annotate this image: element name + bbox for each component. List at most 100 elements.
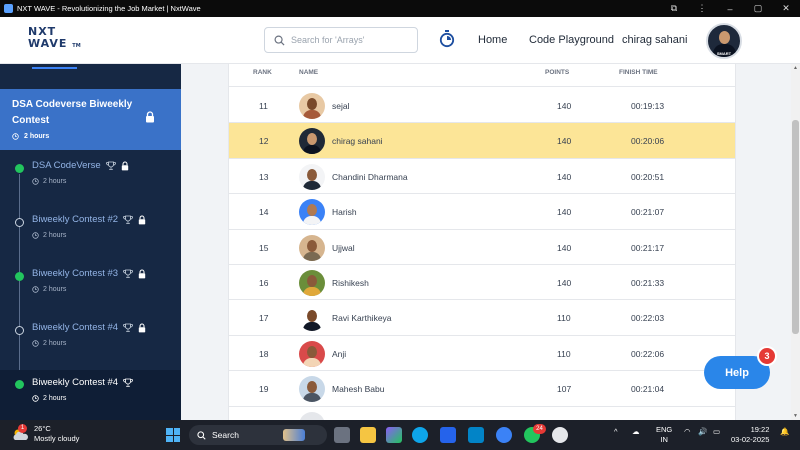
table-row-current-user: 12 chirag sahani 140 00:20:06: [229, 123, 735, 159]
weather-widget[interactable]: 1 26°C Mostly cloudy: [11, 424, 79, 444]
row-points: 140: [557, 242, 572, 253]
sidebar-stage-biweekly-2[interactable]: Biweekly Contest #2 2 hours: [0, 210, 181, 262]
row-finish-time: 00:20:51: [631, 171, 665, 182]
search-input[interactable]: [291, 35, 411, 45]
row-name: Harish: [332, 207, 357, 218]
notification-bell-icon[interactable]: 🔔: [780, 427, 789, 436]
leaderboard-table: RANK NAME POINTS FINISH TIME 11 sejal 14…: [228, 64, 736, 420]
maximize-button[interactable]: ▢: [744, 3, 772, 14]
trophy-icon: [105, 161, 116, 170]
taskbar-search[interactable]: Search: [189, 425, 327, 445]
trophy-icon: [123, 215, 133, 224]
stage-name: Biweekly Contest #2: [32, 214, 119, 225]
row-finish-time: 00:22:06: [631, 348, 665, 359]
clock-icon: [32, 340, 39, 347]
weather-temperature: 26°C: [34, 424, 51, 433]
search-icon: [197, 430, 206, 440]
row-finish-time: 00:21:07: [631, 207, 665, 218]
nxtwave-logo[interactable]: NXT WAVE TM: [28, 26, 81, 52]
row-name: Chandini Dharmana: [332, 171, 408, 182]
cloud-icon[interactable]: ☁: [632, 427, 640, 436]
more-options-icon[interactable]: ⋮: [688, 3, 716, 14]
row-points: 110: [557, 313, 571, 324]
table-row-partial: [229, 407, 735, 420]
wifi-icon[interactable]: ◠: [684, 427, 691, 436]
minimize-button[interactable]: –: [716, 4, 744, 14]
active-contest-card[interactable]: DSA Codeverse Biweekly Contest 2 hours: [0, 89, 181, 150]
leaderboard-header: RANK NAME POINTS FINISH TIME: [229, 64, 735, 87]
trophy-icon: [123, 378, 133, 387]
sidebar-tab-indicator: [32, 67, 77, 69]
stage-duration: 2 hours: [43, 178, 67, 185]
row-rank: 12: [259, 136, 269, 147]
show-hidden-icons[interactable]: ^: [614, 427, 618, 436]
file-explorer-icon[interactable]: [360, 427, 376, 443]
row-points: 140: [557, 278, 572, 288]
user-name[interactable]: chirag sahani: [622, 34, 687, 46]
search-box[interactable]: [264, 27, 418, 53]
participant-avatar: [299, 270, 325, 296]
stage-name: Biweekly Contest #4: [32, 377, 119, 388]
participant-avatar: [299, 128, 325, 155]
table-row: 11 sejal 140 00:19:13: [229, 88, 735, 124]
row-name: Ujjwal: [332, 242, 355, 253]
column-finish-time: FINISH TIME: [619, 69, 658, 76]
lock-icon: [146, 111, 154, 123]
scroll-up-icon[interactable]: ▲: [791, 65, 800, 71]
edge-browser-icon[interactable]: [412, 427, 428, 443]
sidebar-stage-biweekly-3[interactable]: Biweekly Contest #3 2 hours: [0, 264, 181, 316]
page-scrollbar[interactable]: ▲ ▼: [791, 64, 800, 420]
extensions-icon[interactable]: ⧉: [660, 3, 688, 14]
row-rank: 18: [259, 348, 269, 359]
microsoft-store-icon[interactable]: [440, 427, 456, 443]
sidebar-stage-biweekly-4-locked[interactable]: Biweekly Contest #4 2 hours: [0, 318, 181, 370]
row-rank: 17: [259, 313, 269, 324]
app-icon[interactable]: [468, 427, 484, 443]
search-highlight-icon: [282, 429, 305, 441]
scroll-down-icon[interactable]: ▼: [791, 413, 800, 419]
weather-description: Mostly cloudy: [34, 434, 80, 443]
lock-icon: [121, 160, 128, 170]
row-finish-time: 00:21:17: [631, 242, 665, 253]
scrollbar-thumb[interactable]: [792, 120, 799, 334]
avatar-tag: SMART: [716, 51, 732, 56]
row-points: 140: [557, 207, 572, 218]
app-header: NXT WAVE TM Home Code Playground chirag …: [0, 17, 800, 64]
row-rank: 19: [259, 384, 269, 395]
search-icon: [274, 35, 285, 46]
language-indicator[interactable]: ENG IN: [656, 425, 672, 445]
close-button[interactable]: ✕: [772, 3, 800, 14]
windows-taskbar: 1 26°C Mostly cloudy Search ^ ☁ ENG IN ◠…: [0, 420, 800, 450]
lock-icon: [138, 322, 146, 332]
column-points: POINTS: [545, 69, 570, 76]
row-rank: 16: [259, 278, 269, 288]
clock-icon: [32, 232, 39, 239]
battery-icon[interactable]: ▭: [713, 427, 720, 436]
system-clock[interactable]: 19:22 03-02-2025: [731, 425, 769, 445]
row-name: chirag sahani: [332, 136, 383, 147]
row-points: 107: [557, 384, 572, 395]
taskbar-search-label: Search: [212, 430, 239, 440]
task-view-icon[interactable]: [334, 427, 350, 443]
user-avatar[interactable]: SMART: [706, 23, 742, 59]
stage-duration: 2 hours: [43, 286, 67, 293]
nav-code-playground-link[interactable]: Code Playground: [529, 34, 614, 46]
logo-line2: WAVE: [28, 37, 68, 50]
participant-avatar: [299, 93, 325, 119]
windows-start-icon[interactable]: [166, 428, 180, 442]
nav-home-link[interactable]: Home: [478, 34, 507, 46]
clock-icon: [32, 395, 39, 402]
row-name: Rishikesh: [332, 278, 369, 288]
stage-duration: 2 hours: [43, 232, 67, 239]
site-favicon-icon: [4, 4, 13, 13]
timer-icon[interactable]: [439, 30, 455, 48]
copilot-icon[interactable]: [386, 427, 402, 443]
sidebar-stage-dsa-codeverse[interactable]: DSA CodeVerse 2 hours: [0, 156, 181, 208]
sidebar-stage-biweekly-4-current[interactable]: Biweekly Contest #4 2 hours: [0, 370, 181, 422]
chrome-icon[interactable]: [496, 427, 512, 443]
table-row: 16 Rishikesh 140 00:21:33: [229, 265, 735, 301]
nxtwave-app-icon[interactable]: [552, 427, 568, 443]
row-points: 140: [557, 171, 572, 182]
volume-icon[interactable]: 🔊: [698, 427, 707, 436]
completed-status-icon: [15, 272, 24, 281]
